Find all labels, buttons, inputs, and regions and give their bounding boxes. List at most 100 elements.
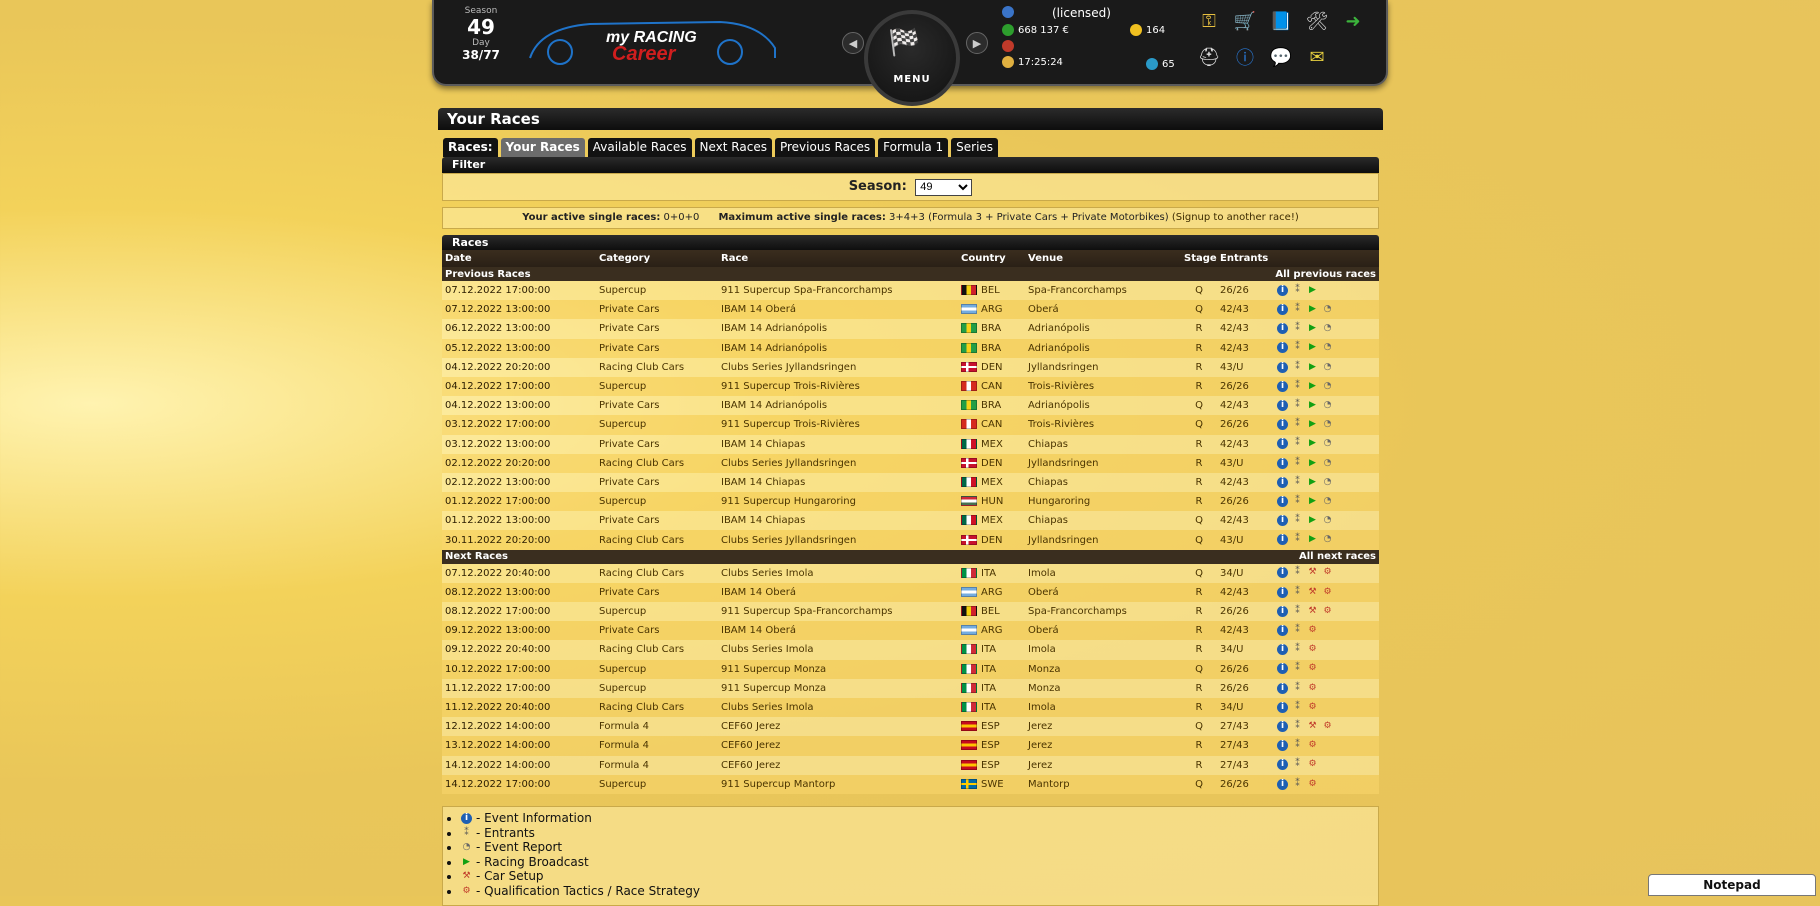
entrants-icon[interactable]: ⁑ <box>1292 587 1303 598</box>
info-icon[interactable]: i <box>1277 644 1288 656</box>
stopwatch-icon[interactable]: ◔ <box>1322 515 1333 526</box>
entrants-icon[interactable]: ⁑ <box>1292 419 1303 430</box>
play-icon[interactable]: ▶ <box>1307 342 1318 353</box>
info-icon[interactable]: i <box>1277 605 1288 617</box>
info-icon[interactable]: i <box>1277 304 1288 316</box>
play-icon[interactable]: ▶ <box>1307 362 1318 373</box>
season-select[interactable]: 49 <box>915 178 973 196</box>
tab-your-races[interactable]: Your Races <box>500 138 585 157</box>
entrants-icon[interactable]: ⁑ <box>1292 702 1303 713</box>
helmet-icon[interactable]: ⛑ <box>1194 42 1224 72</box>
strategy-icon[interactable]: ⚙ <box>1307 683 1318 694</box>
user-icon[interactable] <box>1002 6 1018 18</box>
strategy-icon[interactable]: ⚙ <box>1307 779 1318 790</box>
notepad-button[interactable]: Notepad <box>1648 874 1816 896</box>
race-name[interactable]: IBAM 14 Adrianópolis <box>718 338 958 358</box>
race-name[interactable]: 911 Supercup Trois-Rivières <box>718 376 958 397</box>
entrants-icon[interactable]: ⁑ <box>1292 304 1303 315</box>
entrants-icon[interactable]: ⁑ <box>1292 721 1303 732</box>
points-display[interactable]: 65 <box>1146 58 1175 70</box>
entrants-icon[interactable]: ⁑ <box>1292 438 1303 449</box>
entrants-icon[interactable]: ⁑ <box>1292 663 1303 674</box>
car-setup-icon[interactable]: ⚒ <box>1307 587 1318 598</box>
driver-icon[interactable] <box>1002 40 1018 52</box>
stopwatch-icon[interactable]: ◔ <box>1322 438 1333 449</box>
info-icon[interactable]: i <box>1277 720 1288 732</box>
info-icon[interactable]: i <box>1277 778 1288 790</box>
race-name[interactable]: IBAM 14 Chiapas <box>718 434 958 454</box>
stopwatch-icon[interactable]: ◔ <box>1322 534 1333 545</box>
info-icon[interactable]: i <box>1277 567 1288 579</box>
cart-icon[interactable]: 🛒 <box>1230 6 1260 36</box>
entrants-icon[interactable]: ⁑ <box>1292 534 1303 545</box>
info-icon[interactable]: i <box>1277 495 1288 507</box>
info-icon[interactable]: i <box>1277 438 1288 450</box>
play-icon[interactable]: ▶ <box>1307 496 1318 507</box>
stopwatch-icon[interactable]: ◔ <box>1322 477 1333 488</box>
car-setup-icon[interactable]: ⚒ <box>1307 721 1318 732</box>
strategy-icon[interactable]: ⚙ <box>1307 625 1318 636</box>
stopwatch-icon[interactable]: ◔ <box>1322 419 1333 430</box>
race-name[interactable]: 911 Supercup Monza <box>718 678 958 698</box>
strategy-icon[interactable]: ⚙ <box>1307 702 1318 713</box>
strategy-icon[interactable]: ⚙ <box>1307 759 1318 770</box>
section-all-link[interactable]: All previous races <box>1025 267 1379 281</box>
strategy-icon[interactable]: ⚙ <box>1322 587 1333 598</box>
car-setup-icon[interactable]: ⚒ <box>1307 606 1318 617</box>
race-name[interactable]: Clubs Series Jyllandsringen <box>718 453 958 473</box>
info-icon[interactable]: i <box>1277 342 1288 354</box>
tab-series[interactable]: Series <box>951 138 999 157</box>
chat-icon[interactable]: 💬 <box>1266 42 1296 72</box>
race-name[interactable]: Clubs Series Imola <box>718 563 958 583</box>
play-icon[interactable]: ▶ <box>1307 458 1318 469</box>
strategy-icon[interactable]: ⚙ <box>1307 740 1318 751</box>
entrants-icon[interactable]: ⁑ <box>1292 779 1303 790</box>
tab-available-races[interactable]: Available Races <box>587 138 692 157</box>
race-name[interactable]: Clubs Series Jyllandsringen <box>718 357 958 377</box>
race-name[interactable]: CEF60 Jerez <box>718 717 958 737</box>
entrants-icon[interactable]: ⁑ <box>1292 381 1303 392</box>
race-name[interactable]: 911 Supercup Monza <box>718 659 958 679</box>
keys-icon[interactable]: ⚿ <box>1194 6 1224 36</box>
play-icon[interactable]: ▶ <box>1307 419 1318 430</box>
mail-icon[interactable]: ✉ <box>1302 42 1332 72</box>
play-icon[interactable]: ▶ <box>1307 534 1318 545</box>
section-all-link[interactable]: All next races <box>1025 549 1379 564</box>
entrants-icon[interactable]: ⁑ <box>1292 342 1303 353</box>
stopwatch-icon[interactable]: ◔ <box>1322 381 1333 392</box>
play-icon[interactable]: ▶ <box>1307 438 1318 449</box>
info-icon[interactable]: i <box>1277 701 1288 713</box>
info-icon[interactable]: i <box>1277 740 1288 752</box>
entrants-icon[interactable]: ⁑ <box>1292 740 1303 751</box>
race-name[interactable]: IBAM 14 Adrianópolis <box>718 319 958 339</box>
entrants-icon[interactable]: ⁑ <box>1292 606 1303 617</box>
info-icon[interactable]: i <box>1277 323 1288 335</box>
play-icon[interactable]: ▶ <box>1307 477 1318 488</box>
menu-button[interactable]: 🏁 MENU <box>864 10 960 106</box>
race-name[interactable]: 911 Supercup Spa-Francorchamps <box>718 281 958 301</box>
my-racing-career-logo[interactable]: my RACING Career <box>520 8 790 68</box>
info-icon[interactable]: i <box>1277 682 1288 694</box>
car-setup-icon[interactable]: ⚒ <box>1307 567 1318 578</box>
entrants-icon[interactable]: ⁑ <box>1292 323 1303 334</box>
entrants-icon[interactable]: ⁑ <box>1292 285 1303 296</box>
info-icon[interactable]: i <box>1277 284 1288 296</box>
race-name[interactable]: IBAM 14 Adrianópolis <box>718 396 958 416</box>
info-icon[interactable]: i <box>1277 419 1288 431</box>
stopwatch-icon[interactable]: ◔ <box>1322 304 1333 315</box>
entrants-icon[interactable]: ⁑ <box>1292 759 1303 770</box>
race-name[interactable]: IBAM 14 Oberá <box>718 621 958 641</box>
logout-icon[interactable]: ➜ <box>1338 6 1368 36</box>
race-name[interactable]: IBAM 14 Oberá <box>718 300 958 320</box>
coins-display[interactable]: 164 <box>1130 24 1165 36</box>
race-name[interactable]: 911 Supercup Hungaroring <box>718 492 958 512</box>
strategy-icon[interactable]: ⚙ <box>1307 644 1318 655</box>
stopwatch-icon[interactable]: ◔ <box>1322 362 1333 373</box>
stopwatch-icon[interactable]: ◔ <box>1322 323 1333 334</box>
entrants-icon[interactable]: ⁑ <box>1292 625 1303 636</box>
stopwatch-icon[interactable]: ◔ <box>1322 400 1333 411</box>
play-icon[interactable]: ▶ <box>1307 381 1318 392</box>
entrants-icon[interactable]: ⁑ <box>1292 567 1303 578</box>
tab-formula-1[interactable]: Formula 1 <box>878 138 949 157</box>
strategy-icon[interactable]: ⚙ <box>1322 721 1333 732</box>
